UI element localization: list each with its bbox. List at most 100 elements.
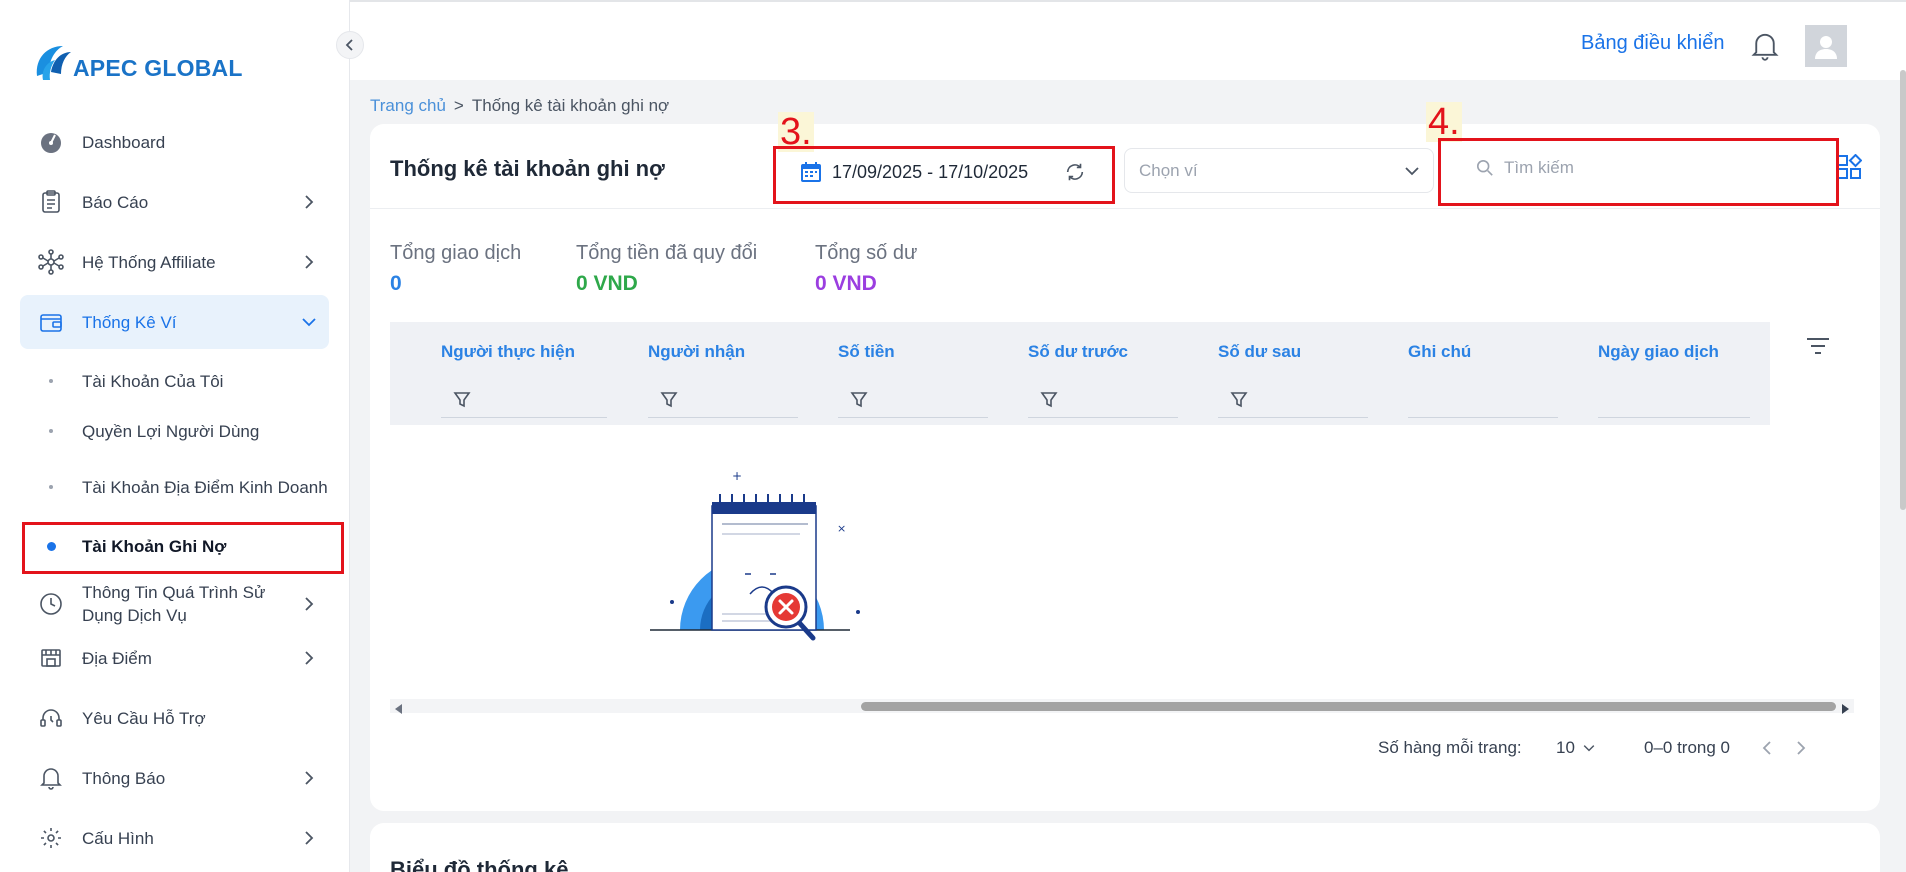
apec-logo-icon: [36, 46, 71, 80]
sidebar-subitem-label: Tài Khoản Địa Điểm Kinh Doanh: [82, 477, 328, 497]
filter-icon: [850, 391, 868, 407]
stat-label: Tổng tiền đã quy đổi: [576, 242, 758, 264]
breadcrumb: Trang chủ > Thống kê tài khoản ghi nợ: [370, 96, 669, 116]
next-page-button[interactable]: [1796, 740, 1806, 761]
filter-icon: [1040, 391, 1058, 407]
sidebar-item-label: Cấu Hình: [82, 828, 154, 848]
bell-icon: [20, 766, 82, 790]
page-title: Thống kê tài khoản ghi nợ: [390, 156, 665, 181]
chevron-down-icon: [1583, 745, 1595, 752]
card-divider: [370, 208, 1880, 209]
search-input[interactable]: [1504, 158, 1804, 178]
sidebar-item-wallet-stats[interactable]: Thống Kê Ví: [20, 295, 329, 349]
column-filter-balance-after[interactable]: [1218, 382, 1368, 418]
stat-label: Tổng số dư: [815, 242, 918, 264]
column-filter-performer[interactable]: [441, 382, 607, 418]
sidebar-subitem-label: Tài Khoản Ghi Nợ: [82, 536, 227, 556]
sidebar-subitem-my-account[interactable]: Tài Khoản Của Tôi: [20, 369, 329, 393]
sidebar: APEC GLOBAL Dashboard Báo Cáo Hệ Thống A…: [0, 0, 350, 872]
scroll-right-arrow-icon[interactable]: [1840, 701, 1850, 719]
chevron-down-icon: [1405, 166, 1419, 175]
chevron-left-icon: [1762, 741, 1771, 755]
dashboard-link[interactable]: Bảng điều khiển: [1581, 32, 1724, 55]
filter-icon: [1230, 391, 1248, 407]
stat-total-balance: Tổng số dư 0 VND: [815, 242, 917, 296]
stat-value: 0 VND: [815, 272, 877, 295]
stat-value: 0 VND: [576, 272, 638, 295]
search-icon: [1476, 159, 1493, 176]
stat-value: 0: [390, 272, 402, 295]
rows-per-page-value: 10: [1556, 738, 1575, 757]
bullet-dot-icon: [20, 541, 82, 551]
search-field[interactable]: [1444, 144, 1830, 192]
sidebar-subitem-business-location-account[interactable]: Tài Khoản Địa Điểm Kinh Doanh: [20, 463, 329, 511]
sidebar-subitem-user-benefits[interactable]: Quyền Lợi Người Dùng: [20, 419, 329, 443]
sidebar-item-locations[interactable]: Địa Điểm: [20, 631, 329, 685]
column-settings-icon[interactable]: [1806, 337, 1830, 360]
brand-name: APEC GLOBAL: [73, 55, 243, 81]
scroll-left-arrow-icon[interactable]: [394, 701, 404, 719]
scrollbar-thumb[interactable]: [861, 702, 1836, 711]
chevron-right-icon: [289, 255, 329, 269]
column-filter-receiver[interactable]: [648, 382, 798, 418]
sidebar-item-label: Thống Kê Ví: [82, 312, 177, 332]
chevron-right-icon: [289, 597, 329, 611]
column-label: Ngày giao dịch: [1598, 342, 1719, 361]
wallet-select[interactable]: Chọn ví: [1124, 148, 1434, 193]
column-filter-balance-before[interactable]: [1028, 382, 1178, 418]
svg-text:×: ×: [837, 522, 846, 535]
support-headset-icon: [20, 706, 82, 730]
breadcrumb-separator: >: [453, 96, 464, 115]
breadcrumb-home-link[interactable]: Trang chủ: [370, 96, 446, 116]
chevron-right-icon: [289, 831, 329, 845]
sidebar-item-service-usage[interactable]: Thông Tin Quá Trình Sử Dụng Dịch Vụ: [20, 575, 329, 633]
chevron-down-icon: [289, 317, 329, 327]
page-scrollbar[interactable]: [1900, 70, 1906, 510]
column-label: Số tiền: [838, 342, 895, 361]
stat-label: Tổng giao dịch: [390, 242, 522, 264]
sidebar-item-label: Thông Tin Quá Trình Sử Dụng Dịch Vụ: [82, 583, 266, 625]
wallet-icon: [20, 311, 82, 333]
bullet-dot-icon: [20, 379, 82, 383]
chevron-left-icon: [345, 39, 353, 51]
column-label: Số dư sau: [1218, 342, 1302, 361]
wallet-select-placeholder: Chọn ví: [1139, 160, 1198, 180]
brand-logo[interactable]: APEC GLOBAL: [33, 40, 243, 82]
sidebar-subitem-label: Quyền Lợi Người Dùng: [82, 421, 260, 441]
column-filter-amount[interactable]: [838, 382, 988, 418]
refresh-icon[interactable]: [1064, 161, 1086, 188]
empty-state-illustration: + ×: [650, 466, 900, 661]
column-label: Số dư trước: [1028, 342, 1128, 361]
prev-page-button[interactable]: [1762, 740, 1772, 761]
sidebar-item-reports[interactable]: Báo Cáo: [20, 175, 329, 229]
table-horizontal-scrollbar[interactable]: [390, 699, 1854, 714]
chart-section-title: Biểu đồ thống kê: [390, 857, 569, 872]
rows-per-page-select[interactable]: 10: [1556, 738, 1595, 758]
rows-per-page-label: Số hàng mỗi trang:: [1378, 738, 1522, 757]
view-layout-icon[interactable]: [1836, 153, 1863, 185]
notification-bell-icon[interactable]: [1751, 31, 1779, 66]
user-icon: [1815, 36, 1837, 59]
sidebar-subitem-label: Tài Khoản Của Tôi: [82, 371, 224, 391]
report-clipboard-icon: [20, 190, 82, 214]
sidebar-subitem-debit-account[interactable]: Tài Khoản Ghi Nợ: [20, 534, 329, 558]
date-range-picker[interactable]: 17/09/2025 - 17/10/2025: [774, 148, 1108, 196]
annotation-label-4: 4.: [1426, 101, 1462, 143]
sidebar-item-notifications[interactable]: Thông Báo: [20, 751, 329, 805]
dashboard-gauge-icon: [20, 130, 82, 154]
sidebar-item-label: Thông Báo: [82, 768, 166, 788]
sidebar-item-support[interactable]: Yêu Cầu Hỗ Trợ: [20, 691, 329, 745]
column-label: Ghi chú: [1408, 342, 1472, 361]
avatar[interactable]: [1805, 25, 1847, 67]
table-header: Người thực hiện Người nhận Số tiền Số dư…: [390, 322, 1770, 425]
bullet-dot-icon: [20, 485, 82, 489]
column-label: Người nhận: [648, 342, 746, 361]
sidebar-item-label: Dashboard: [82, 132, 166, 152]
sidebar-item-label: Địa Điểm: [82, 648, 152, 668]
sidebar-item-dashboard[interactable]: Dashboard: [20, 115, 329, 169]
sidebar-item-affiliate[interactable]: Hệ Thống Affiliate: [20, 235, 329, 289]
sidebar-item-settings[interactable]: Cấu Hình: [20, 811, 329, 865]
bullet-dot-icon: [20, 429, 82, 433]
sidebar-item-label: Yêu Cầu Hỗ Trợ: [82, 708, 206, 728]
sidebar-collapse-button[interactable]: [336, 31, 364, 59]
